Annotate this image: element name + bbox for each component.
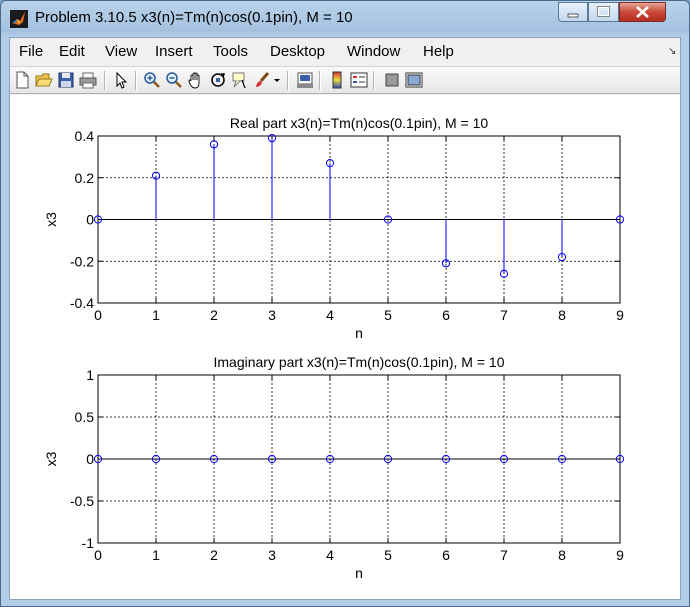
rotate-3d-icon[interactable] bbox=[209, 71, 227, 89]
maximize-button[interactable] bbox=[588, 2, 619, 22]
x-tick-label: 7 bbox=[500, 307, 508, 323]
menu-insert[interactable]: Insert bbox=[155, 43, 193, 60]
hide-plot-tools-icon[interactable] bbox=[383, 71, 401, 89]
window-title: Problem 3.10.5 x3(n)=Tm(n)cos(0.1pin), M… bbox=[35, 9, 353, 26]
menu-bar: File Edit View Insert Tools Desktop Wind… bbox=[10, 38, 680, 66]
x-tick-label: 0 bbox=[94, 547, 102, 563]
data-cursor-icon[interactable] bbox=[231, 71, 249, 89]
toolbar-separator bbox=[319, 71, 321, 90]
y-tick-label: -0.4 bbox=[70, 295, 94, 311]
title-bar[interactable]: Problem 3.10.5 x3(n)=Tm(n)cos(0.1pin), M… bbox=[1, 1, 689, 37]
x-tick-label: 9 bbox=[616, 307, 624, 323]
figure-toolbar bbox=[10, 66, 680, 94]
brush-dropdown-icon[interactable] bbox=[272, 71, 282, 89]
zoom-in-icon[interactable] bbox=[143, 71, 161, 89]
axes-2: 0 1 2 3 4 5 6 7 8 9 1 0.5 0 -0.5 -1 Imaginary part x3(n… bbox=[43, 354, 624, 581]
x-tick-label: 2 bbox=[210, 307, 218, 323]
y-tick-label: 0 bbox=[86, 212, 94, 228]
menu-view[interactable]: View bbox=[105, 43, 137, 60]
y-tick-label: -0.2 bbox=[70, 253, 94, 269]
pan-hand-icon[interactable] bbox=[187, 71, 205, 89]
x-tick-label: 5 bbox=[384, 547, 392, 563]
zoom-out-icon[interactable] bbox=[165, 71, 183, 89]
x-tick-label: 1 bbox=[152, 547, 160, 563]
menu-file[interactable]: File bbox=[19, 43, 43, 60]
x-tick-label: 1 bbox=[152, 307, 160, 323]
y-tick-label: 0.2 bbox=[75, 170, 95, 186]
link-plot-icon[interactable] bbox=[296, 71, 314, 89]
y-tick-label: 1 bbox=[86, 367, 94, 383]
toolbar-separator bbox=[135, 71, 137, 90]
y-axis-label: x3 bbox=[43, 212, 59, 227]
toolbar-separator bbox=[373, 71, 375, 90]
toolbar-separator bbox=[287, 71, 289, 90]
close-icon bbox=[636, 6, 649, 18]
matlab-icon bbox=[10, 10, 28, 28]
x-tick-label: 6 bbox=[442, 547, 450, 563]
menu-window[interactable]: Window bbox=[347, 43, 400, 60]
x-tick-label: 2 bbox=[210, 547, 218, 563]
brush-icon[interactable] bbox=[253, 71, 271, 89]
menu-desktop[interactable]: Desktop bbox=[270, 43, 325, 60]
y-tick-label: 0.5 bbox=[75, 409, 95, 425]
y-tick-label: -1 bbox=[82, 535, 95, 551]
chart-title: Real part x3(n)=Tm(n)cos(0.1pin), M = 10 bbox=[230, 115, 489, 131]
maximize-icon bbox=[597, 6, 610, 17]
menu-tools[interactable]: Tools bbox=[213, 43, 248, 60]
print-icon[interactable] bbox=[79, 71, 97, 89]
toolbar-separator bbox=[104, 71, 106, 90]
minimize-icon bbox=[567, 13, 579, 18]
close-button[interactable] bbox=[619, 2, 666, 22]
x-tick-label: 5 bbox=[384, 307, 392, 323]
y-axis-label: x3 bbox=[43, 451, 59, 466]
x-tick-label: 6 bbox=[442, 307, 450, 323]
x-tick-label: 0 bbox=[94, 307, 102, 323]
x-tick-label: 8 bbox=[558, 307, 566, 323]
figure-client: File Edit View Insert Tools Desktop Wind… bbox=[9, 37, 681, 600]
figure-canvas: 0 1 2 3 4 5 6 7 8 9 0.4 0.2 0 -0.2 -0.4 Real part x3(n)… bbox=[10, 95, 680, 599]
x-tick-label: 3 bbox=[268, 547, 276, 563]
x-axis-label: n bbox=[355, 565, 363, 581]
menu-edit[interactable]: Edit bbox=[59, 43, 85, 60]
menu-overflow-icon[interactable]: ↘ bbox=[668, 46, 676, 57]
x-axis-label: n bbox=[355, 325, 363, 341]
axes-1: 0 1 2 3 4 5 6 7 8 9 0.4 0.2 0 -0.2 -0.4 Real part x3(n)… bbox=[43, 115, 624, 341]
x-tick-label: 4 bbox=[326, 307, 334, 323]
x-tick-label: 8 bbox=[558, 547, 566, 563]
save-icon[interactable] bbox=[57, 71, 75, 89]
new-file-icon[interactable] bbox=[13, 71, 31, 89]
minimize-button[interactable] bbox=[558, 2, 588, 22]
plot-area: 0 1 2 3 4 5 6 7 8 9 0.4 0.2 0 -0.2 -0.4 Real part x3(n)… bbox=[43, 115, 624, 581]
legend-icon[interactable] bbox=[350, 71, 368, 89]
open-folder-icon[interactable] bbox=[35, 71, 53, 89]
colorbar-icon[interactable] bbox=[328, 71, 346, 89]
x-tick-label: 4 bbox=[326, 547, 334, 563]
x-tick-label: 9 bbox=[616, 547, 624, 563]
y-tick-label: -0.5 bbox=[70, 493, 94, 509]
figure-window: Problem 3.10.5 x3(n)=Tm(n)cos(0.1pin), M… bbox=[0, 0, 690, 607]
show-plot-tools-icon[interactable] bbox=[405, 71, 423, 89]
pointer-icon[interactable] bbox=[112, 71, 130, 89]
x-tick-label: 7 bbox=[500, 547, 508, 563]
chart-title: Imaginary part x3(n)=Tm(n)cos(0.1pin), M… bbox=[214, 354, 505, 370]
y-tick-label: 0 bbox=[86, 451, 94, 467]
menu-help[interactable]: Help bbox=[423, 43, 454, 60]
y-tick-label: 0.4 bbox=[75, 128, 95, 144]
x-tick-label: 3 bbox=[268, 307, 276, 323]
